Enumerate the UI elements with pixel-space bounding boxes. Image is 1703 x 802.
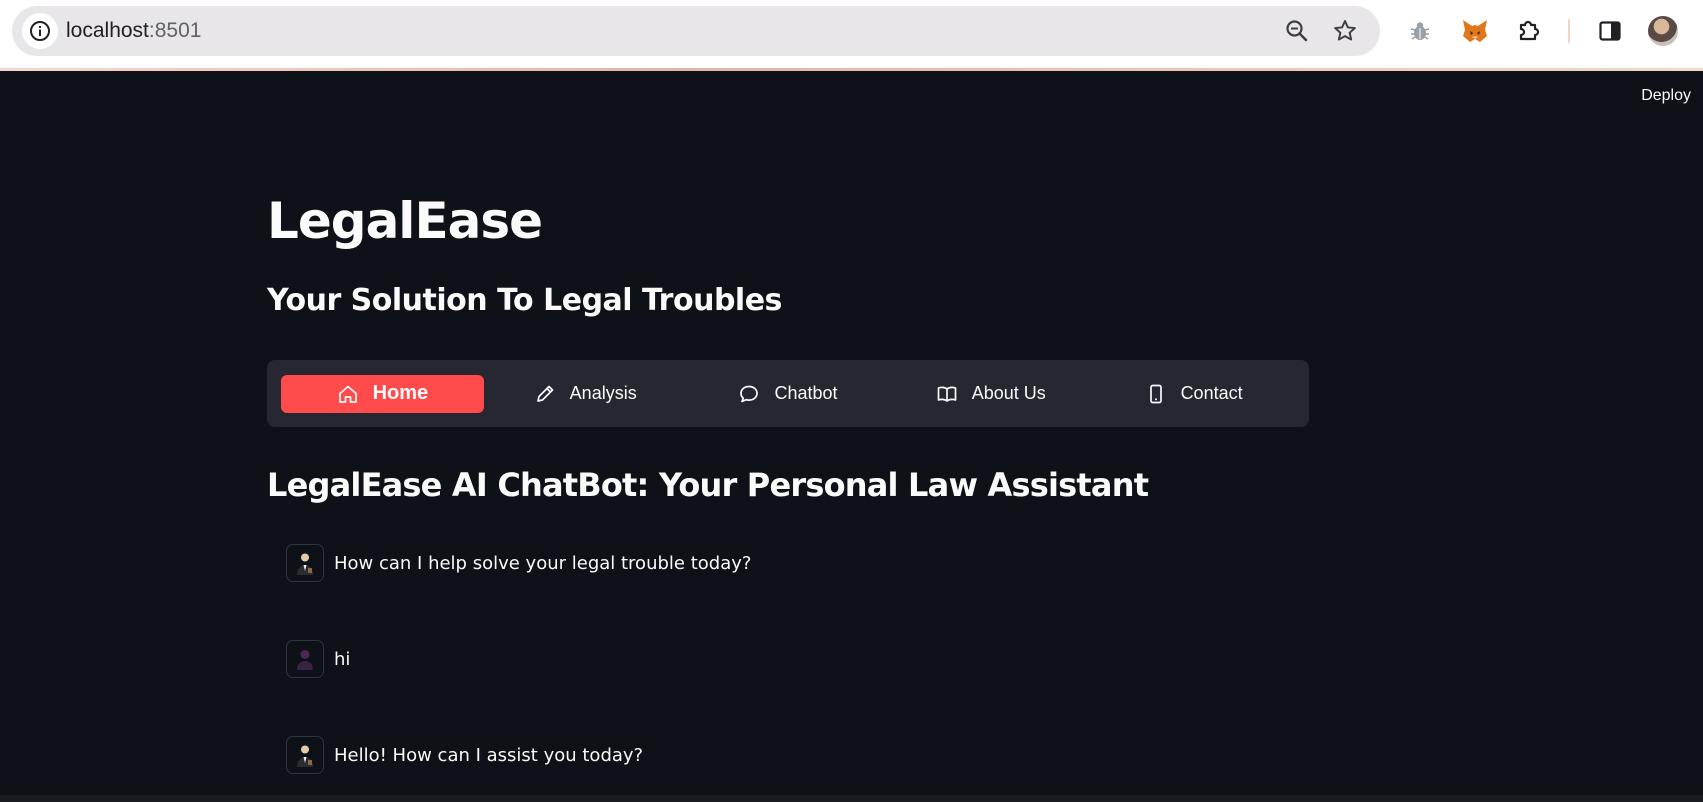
nav-item-analysis[interactable]: Analysis: [484, 375, 687, 413]
nav-menu: Home Analysis Chatbot About Us Contact: [267, 360, 1309, 427]
nav-item-home[interactable]: Home: [281, 374, 484, 413]
phone-icon: [1145, 383, 1167, 405]
lawyer-avatar-icon: [286, 544, 324, 582]
chat-heading: LegalEase AI ChatBot: Your Personal Law …: [267, 466, 1149, 504]
pencil-icon: [534, 383, 556, 405]
chat-message-text: How can I help solve your legal trouble …: [334, 552, 752, 574]
nav-item-contact[interactable]: Contact: [1092, 375, 1295, 413]
nav-item-label: Chatbot: [774, 383, 838, 403]
url-text[interactable]: localhost:8501: [66, 19, 201, 43]
chat-input-edge: [0, 795, 1703, 802]
book-icon: [936, 383, 958, 405]
user-avatar-icon: [286, 640, 324, 678]
bug-extension-icon[interactable]: [1403, 14, 1437, 48]
toolbar-divider: [0, 68, 1703, 71]
extensions-puzzle-icon[interactable]: [1512, 14, 1546, 48]
page-title: LegalEase: [267, 192, 543, 250]
zoom-icon[interactable]: [1282, 16, 1312, 46]
side-panel-icon[interactable]: [1593, 14, 1627, 48]
chat-message-assistant: How can I help solve your legal trouble …: [286, 544, 751, 582]
chat-message-text: hi: [334, 648, 351, 670]
chat-message-user: hi: [286, 640, 350, 678]
url-port: :8501: [148, 19, 202, 42]
deploy-button[interactable]: Deploy: [1641, 87, 1691, 105]
address-bar[interactable]: localhost:8501: [12, 6, 1380, 56]
site-info-icon[interactable]: [22, 13, 58, 49]
nav-item-label: About Us: [971, 383, 1046, 403]
metamask-fox-icon[interactable]: [1458, 14, 1492, 48]
house-icon: [337, 383, 359, 405]
nav-item-label: Contact: [1180, 383, 1243, 403]
url-host: localhost: [66, 19, 149, 42]
page-subtitle: Your Solution To Legal Troubles: [267, 283, 782, 318]
chat-bubble-icon: [738, 383, 760, 405]
nav-item-label: Analysis: [569, 383, 637, 403]
lawyer-avatar-icon: [286, 736, 324, 774]
browser-toolbar: localhost:8501: [0, 0, 1703, 68]
chat-message-text: Hello! How can I assist you today?: [334, 744, 644, 766]
profile-avatar[interactable]: [1648, 16, 1678, 46]
nav-item-about-us[interactable]: About Us: [889, 375, 1092, 413]
nav-item-label: Home: [372, 382, 429, 404]
chat-message-assistant: Hello! How can I assist you today?: [286, 736, 643, 774]
toolbar-separator: [1568, 19, 1570, 43]
bookmark-star-icon[interactable]: [1330, 16, 1360, 46]
nav-item-chatbot[interactable]: Chatbot: [687, 375, 890, 413]
